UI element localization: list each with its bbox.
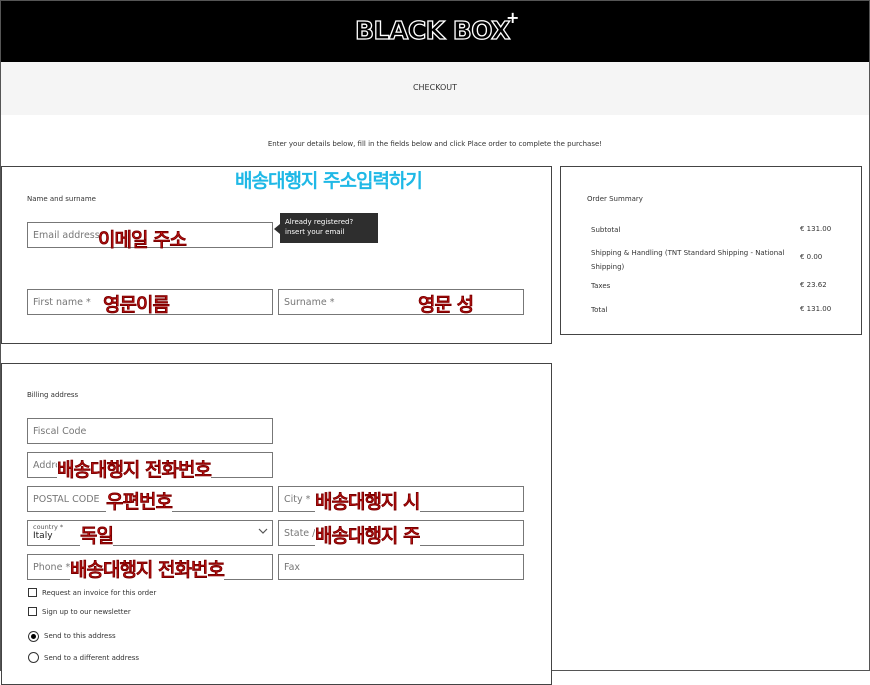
intro-text: Enter your details below, fill in the fi… [267,140,603,148]
taxes-label: Taxes [591,282,611,290]
postal-code-placeholder: POSTAL CODE [33,493,100,505]
already-registered-tooltip: Already registered? insert your email [274,213,378,243]
fiscal-code-field[interactable]: Fiscal Code [27,418,273,444]
annotation-postal: 우편번호 [106,487,173,514]
checkout-bar: CHECKOUT [1,62,869,115]
surname-field[interactable]: Surname * [278,289,524,315]
first-name-placeholder: First name * [33,296,91,308]
annotation-email: 이메일 주소 [98,229,187,251]
shipping-value: € 0.00 [800,253,823,261]
surname-placeholder: Surname * [284,296,335,308]
subtotal-label: Subtotal [591,226,621,234]
total-value: € 131.00 [800,305,832,313]
state-placeholder: State / [284,527,316,539]
annotation-phone-top: 배송대행지 전화번호 [57,455,212,482]
newsletter-label: Sign up to our newsletter [42,608,131,616]
annotation-city: 배송대행지 시 [315,487,421,514]
fax-placeholder: Fax [284,561,301,573]
country-select[interactable]: country * Italy [27,520,273,546]
send-different-address-label: Send to a different address [44,654,140,662]
annotation-title: 배송대행지 주소입력하기 [235,170,423,192]
billing-section-label: Billing address [27,391,79,399]
taxes-value: € 23.62 [800,281,827,289]
logo[interactable]: BLACK BOX [354,15,511,45]
invoice-checkbox[interactable] [28,588,37,597]
annotation-first-name: 영문이름 [103,294,170,316]
fiscal-code-placeholder: Fiscal Code [33,425,87,437]
phone-placeholder: Phone * [33,561,71,573]
annotation-country: 독일 [80,521,114,548]
logo-plus-icon: + [506,8,520,27]
country-value: Italy [33,531,53,541]
page-title: CHECKOUT [412,83,458,92]
send-same-address-radio[interactable] [28,631,39,642]
annotation-surname: 영문 성 [418,294,474,316]
tooltip-line-2: insert your email [285,228,345,236]
invoice-label: Request an invoice for this order [42,589,157,597]
annotation-state: 배송대행지 주 [315,521,421,548]
city-placeholder: City * [284,493,311,505]
annotation-phone-bottom: 배송대행지 전화번호 [70,555,225,582]
subtotal-value: € 131.00 [800,225,832,233]
chevron-down-icon [258,528,268,538]
shipping-label: Shipping & Handling (TNT Standard Shippi… [591,249,785,271]
tooltip-line-1: Already registered? [285,218,354,226]
fax-field[interactable]: Fax [278,554,524,580]
total-label: Total [591,306,608,314]
order-summary-title: Order Summary [587,195,643,203]
send-different-address-radio[interactable] [28,652,39,663]
email-placeholder: Email address [33,229,100,241]
send-same-address-label: Send to this address [44,632,116,640]
newsletter-checkbox[interactable] [28,607,37,616]
country-label: country * [33,523,64,531]
name-section-label: Name and surname [27,195,96,203]
